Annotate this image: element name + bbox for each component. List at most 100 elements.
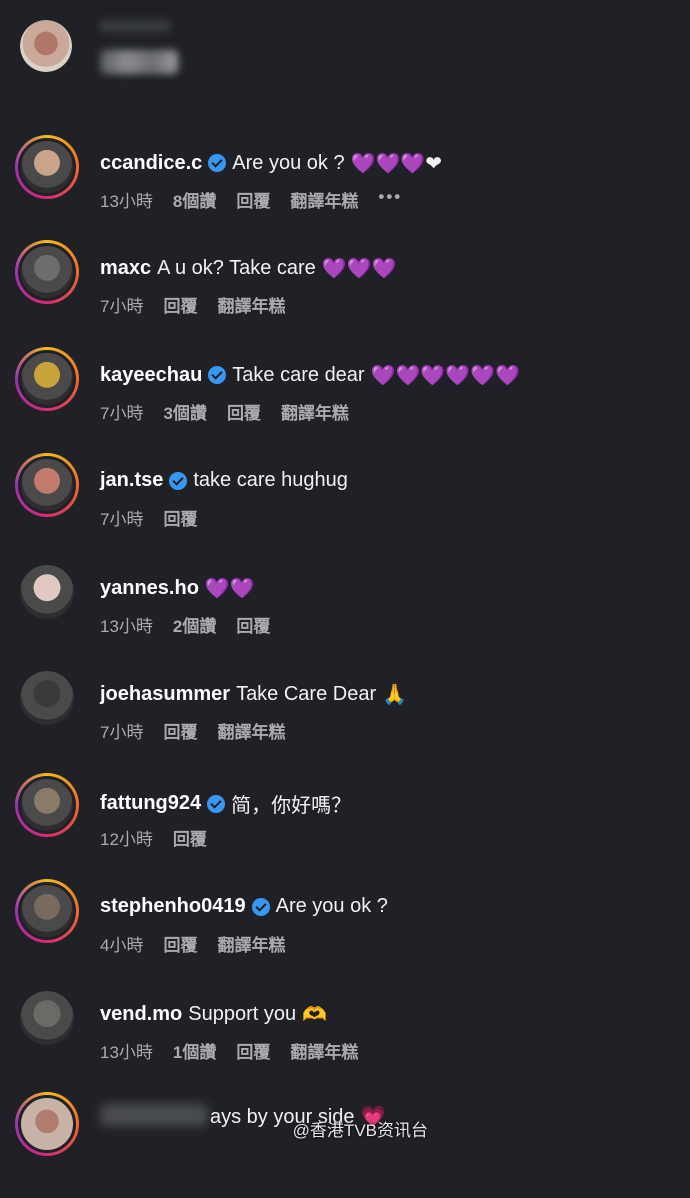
reply-button[interactable]: 回覆 bbox=[236, 612, 270, 637]
avatar-photo bbox=[18, 138, 76, 196]
comment-body: maxc A u ok? Take care 💜💜💜 bbox=[100, 256, 397, 280]
comment-meta: 7小時 回覆 bbox=[100, 505, 217, 530]
commenter-avatar[interactable] bbox=[15, 773, 79, 837]
comment-body: fattung924 简，你好嗎？ bbox=[100, 789, 351, 818]
comment-meta: 7小時 3個讚 回覆 翻譯年糕 bbox=[100, 399, 369, 424]
verified-badge-icon bbox=[208, 154, 227, 172]
comment-item: joehasummer Take Care Dear 🙏 7小時 回覆 翻譯年糕 bbox=[0, 666, 690, 772]
comment-username[interactable]: vend.mo bbox=[100, 1003, 182, 1026]
translate-button[interactable]: 翻譯年糕 bbox=[217, 718, 285, 743]
reply-button[interactable]: 回覆 bbox=[236, 1038, 270, 1063]
comment-username[interactable]: ccandice.c bbox=[100, 152, 202, 175]
translate-button[interactable]: 翻譯年糕 bbox=[290, 187, 358, 212]
translate-button[interactable]: 翻譯年糕 bbox=[217, 292, 285, 317]
reply-button[interactable]: 回覆 bbox=[227, 399, 261, 424]
comment-text: take care hughug bbox=[193, 469, 348, 491]
like-count[interactable]: 2個讚 bbox=[173, 612, 216, 637]
comment-username[interactable]: joehasummer bbox=[100, 683, 230, 706]
comment-meta: 13小時 2個讚 回覆 bbox=[100, 612, 290, 637]
commenter-avatar[interactable] bbox=[20, 565, 74, 619]
comment-meta: 12小時 回覆 bbox=[100, 825, 227, 850]
comment-meta: 4小時 回覆 翻譯年糕 bbox=[100, 931, 305, 956]
verified-badge-icon bbox=[251, 897, 270, 916]
avatar-photo bbox=[18, 456, 76, 514]
comment-body: jan.tse take care hughug bbox=[100, 469, 348, 492]
comment-item: yannes.ho 💜💜 13小時 2個讚 回覆 bbox=[0, 560, 690, 666]
verified-badge-icon bbox=[169, 471, 188, 490]
translate-button[interactable]: 翻譯年糕 bbox=[281, 399, 349, 424]
watermark: @香港TVB资讯台 bbox=[292, 1121, 428, 1140]
comment-username[interactable]: kayeechau bbox=[100, 364, 202, 387]
comment-body: joehasummer Take Care Dear 🙏 bbox=[100, 682, 407, 706]
avatar-photo bbox=[20, 671, 74, 725]
comment-body: stephenho0419 Are you ok ? bbox=[100, 895, 388, 918]
comment-time: 4小時 bbox=[100, 936, 144, 955]
commenter-avatar[interactable] bbox=[15, 135, 79, 199]
verified-badge-icon bbox=[207, 794, 226, 813]
comment-item: vend.mo Support you 🫶 13小時 1個讚 回覆 翻譯年糕 bbox=[0, 986, 690, 1092]
reply-button[interactable]: 回覆 bbox=[163, 718, 197, 743]
comment-username[interactable]: fattung924 bbox=[100, 792, 201, 815]
reply-button[interactable]: 回覆 bbox=[163, 505, 197, 530]
comment-item: kayeechau Take care dear 💜💜💜💜💜💜 7小時 3個讚 回覆 翻譯年… bbox=[0, 347, 690, 453]
reply-button[interactable]: 回覆 bbox=[236, 187, 270, 212]
comment-username[interactable]: jan.tse bbox=[100, 469, 163, 492]
comment-text: Support you bbox=[188, 1002, 297, 1025]
comment-item: stephenho0419 Are you ok ? 4小時 回覆 翻譯年糕 bbox=[0, 879, 690, 985]
comment-text: Take Care Dear bbox=[236, 682, 377, 705]
commenter-avatar[interactable] bbox=[15, 240, 79, 304]
blurred-username bbox=[100, 20, 170, 32]
comment-emoji: 💜💜 bbox=[204, 576, 255, 600]
avatar-photo bbox=[20, 991, 74, 1045]
verified-badge-icon bbox=[208, 366, 227, 384]
comment-body: ccandice.c Are you ok ? 💜💜💜❤ bbox=[100, 151, 442, 175]
comment-meta: 7小時 回覆 翻譯年糕 bbox=[100, 292, 305, 317]
blurred-username bbox=[100, 1104, 208, 1126]
commenter-avatar[interactable] bbox=[20, 671, 74, 725]
commenter-avatar[interactable] bbox=[15, 453, 79, 517]
avatar-photo bbox=[18, 776, 76, 834]
comment-username[interactable]: maxc bbox=[100, 257, 151, 280]
comment-username[interactable]: yannes.ho bbox=[100, 577, 199, 600]
commenter-avatar[interactable] bbox=[20, 991, 74, 1045]
comment-body: vend.mo Support you 🫶 bbox=[100, 1002, 327, 1026]
comment-time: 12小時 bbox=[100, 830, 153, 849]
comment-text: Are you ok ? bbox=[232, 151, 345, 174]
avatar-photo bbox=[20, 565, 74, 619]
comment-time: 7小時 bbox=[100, 297, 144, 316]
comment-item: fattung924 简，你好嗎？ 12小時 回覆 bbox=[0, 773, 690, 879]
reply-button[interactable]: 回覆 bbox=[163, 292, 197, 317]
commenter-avatar[interactable] bbox=[15, 1092, 79, 1156]
blurred-caption bbox=[100, 50, 178, 74]
comment-time: 7小時 bbox=[100, 723, 144, 742]
comment-item: maxc A u ok? Take care 💜💜💜 7小時 回覆 翻譯年糕 bbox=[0, 240, 690, 346]
comment-time: 13小時 bbox=[100, 1043, 153, 1062]
translate-button[interactable]: 翻譯年糕 bbox=[217, 931, 285, 956]
more-options-icon[interactable]: ••• bbox=[378, 187, 402, 212]
reply-button[interactable]: 回覆 bbox=[173, 825, 207, 850]
comment-text: Take care dear bbox=[232, 363, 365, 386]
commenter-avatar[interactable] bbox=[15, 347, 79, 411]
comment-time: 7小時 bbox=[100, 510, 144, 529]
comment-body: yannes.ho 💜💜 bbox=[100, 576, 255, 600]
comment-meta: 13小時 1個讚 回覆 翻譯年糕 bbox=[100, 1038, 378, 1063]
commenter-avatar[interactable] bbox=[15, 879, 79, 943]
comment-text: 简，你好嗎？ bbox=[231, 795, 352, 817]
comment-time: 13小時 bbox=[100, 617, 153, 636]
comment-item: ccandice.c Are you ok ? 💜💜💜❤ 13小時 8個讚 回覆 翻譯年糕 •… bbox=[0, 135, 690, 241]
comment-emoji: 🙏 bbox=[382, 682, 408, 706]
post-author-avatar[interactable] bbox=[20, 20, 72, 72]
like-count[interactable]: 1個讚 bbox=[173, 1038, 216, 1063]
comment-meta: 13小時 8個讚 回覆 翻譯年糕 ••• bbox=[100, 187, 422, 212]
comment-meta: 7小時 回覆 翻譯年糕 bbox=[100, 718, 305, 743]
comment-emoji: 💜💜💜 bbox=[321, 256, 397, 280]
reply-button[interactable]: 回覆 bbox=[163, 931, 197, 956]
like-count[interactable]: 3個讚 bbox=[163, 399, 206, 424]
like-count[interactable]: 8個讚 bbox=[173, 187, 216, 212]
comment-username[interactable]: stephenho0419 bbox=[100, 895, 246, 918]
avatar-photo bbox=[18, 243, 76, 301]
translate-button[interactable]: 翻譯年糕 bbox=[290, 1038, 358, 1063]
comment-time: 7小時 bbox=[100, 404, 144, 423]
comment-text: A u ok? Take care bbox=[157, 256, 316, 279]
comment-emoji: 🫶 bbox=[302, 1002, 328, 1026]
